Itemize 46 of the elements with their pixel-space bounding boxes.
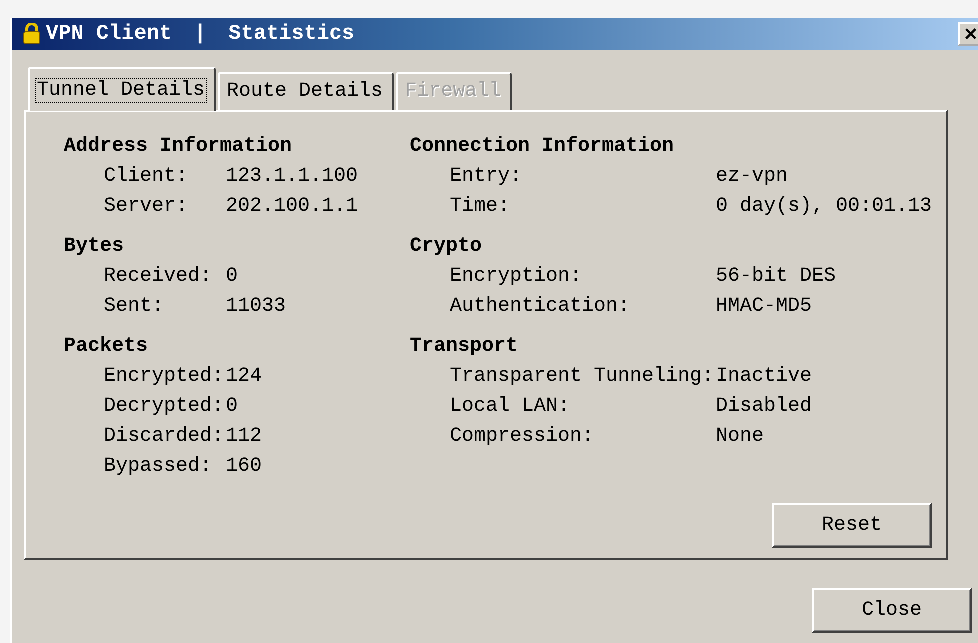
field-value: 160 [226, 455, 262, 478]
field-label: Sent: [104, 294, 166, 320]
field-value: Disabled [716, 395, 812, 418]
field-label: Client: [104, 164, 190, 190]
field-value: 112 [226, 425, 262, 448]
field-label: Encryption: [450, 264, 584, 290]
field-label: Discarded: [104, 424, 226, 450]
field-label: Server: [104, 194, 190, 220]
field-label: Time: [450, 194, 512, 220]
window-subtitle: Statistics [228, 22, 355, 46]
field-label: Received: [104, 264, 214, 290]
field-value: 123.1.1.100 [226, 165, 358, 188]
tab[interactable]: Route Details [218, 72, 394, 110]
field-label: Authentication: [450, 294, 632, 320]
field-value: ez-vpn [716, 165, 788, 188]
section-heading: Packets [64, 334, 150, 360]
field-label: Compression: [450, 424, 596, 450]
field-value: 56-bit DES [716, 265, 836, 288]
field-label: Entry: [450, 164, 524, 190]
field-label: Transparent Tunneling: [450, 364, 716, 390]
section-heading: Crypto [410, 234, 484, 260]
field-value: 0 [226, 265, 238, 288]
field-value: 202.100.1.1 [226, 195, 358, 218]
field-label: Decrypted: [104, 394, 226, 420]
field-value: Inactive [716, 365, 812, 388]
reset-button[interactable]: Reset [772, 503, 932, 548]
tab[interactable]: Tunnel Details [28, 67, 216, 111]
section-heading: Transport [410, 334, 520, 360]
section-heading: Bytes [64, 234, 126, 260]
title-separator: | [194, 22, 207, 46]
window-title: VPN Client [46, 22, 172, 46]
field-value: 0 [226, 395, 238, 418]
section-heading: Address Information [64, 134, 294, 160]
padlock-icon [22, 23, 42, 45]
field-value: 124 [226, 365, 262, 388]
field-label: Bypassed: [104, 454, 214, 480]
field-value: 0 day(s), 00:01.13 [716, 195, 932, 218]
field-label: Local LAN: [450, 394, 572, 420]
field-value: 11033 [226, 295, 286, 318]
close-icon [964, 27, 978, 41]
close-button[interactable] [958, 22, 978, 46]
field-value: HMAC-MD5 [716, 295, 812, 318]
section-heading: Connection Information [410, 134, 676, 160]
field-value: None [716, 425, 764, 448]
close-button[interactable]: Close [812, 588, 972, 633]
field-label: Encrypted: [104, 364, 226, 390]
